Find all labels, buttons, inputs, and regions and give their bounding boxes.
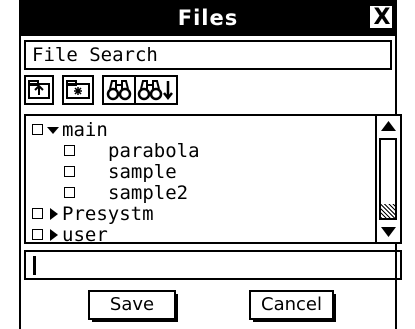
checkbox[interactable] — [64, 187, 75, 198]
caret-down-icon[interactable] — [46, 123, 60, 137]
tree-item-label: user — [62, 224, 108, 243]
search-icon — [106, 80, 132, 101]
title-bar: Files X — [19, 0, 397, 36]
scroll-down-icon[interactable] — [377, 222, 400, 242]
file-tree: main parabola sample sample2 Presystm us… — [24, 114, 402, 244]
tree-item-label: sample2 — [108, 182, 189, 204]
close-icon: X — [373, 5, 391, 30]
search-button[interactable] — [102, 75, 136, 105]
tree-item-label: Presystm — [62, 203, 154, 225]
toolbar — [24, 75, 392, 105]
up-folder-button[interactable] — [24, 75, 54, 105]
scroll-thumb[interactable] — [381, 204, 395, 218]
file-search-label[interactable]: File Search — [24, 40, 392, 70]
tree-item-label: parabola — [108, 140, 200, 162]
close-button[interactable]: X — [369, 5, 393, 30]
tree-item-label: sample — [108, 161, 177, 183]
new-folder-button[interactable] — [62, 75, 94, 105]
file-tree-list: main parabola sample sample2 Presystm us… — [26, 116, 374, 242]
search-next-button[interactable] — [134, 75, 178, 105]
checkbox[interactable] — [64, 145, 75, 156]
save-button[interactable]: Save — [88, 290, 178, 322]
dialog-title: Files — [177, 6, 239, 30]
checkbox[interactable] — [64, 166, 75, 177]
new-folder-icon — [66, 80, 90, 99]
caret-right-icon[interactable] — [47, 228, 61, 242]
checkbox[interactable] — [32, 124, 43, 135]
tree-scrollbar[interactable] — [375, 116, 400, 242]
caret-right-icon[interactable] — [47, 207, 61, 221]
cancel-button[interactable]: Cancel — [249, 290, 336, 322]
filename-input[interactable] — [24, 250, 402, 280]
checkbox[interactable] — [32, 229, 43, 240]
scroll-track[interactable] — [379, 138, 397, 220]
checkbox[interactable] — [32, 208, 43, 219]
scroll-up-icon[interactable] — [377, 116, 400, 136]
search-next-icon — [137, 80, 173, 101]
tree-item-label: main — [62, 119, 108, 141]
text-cursor — [33, 256, 36, 275]
up-folder-icon — [28, 80, 50, 99]
